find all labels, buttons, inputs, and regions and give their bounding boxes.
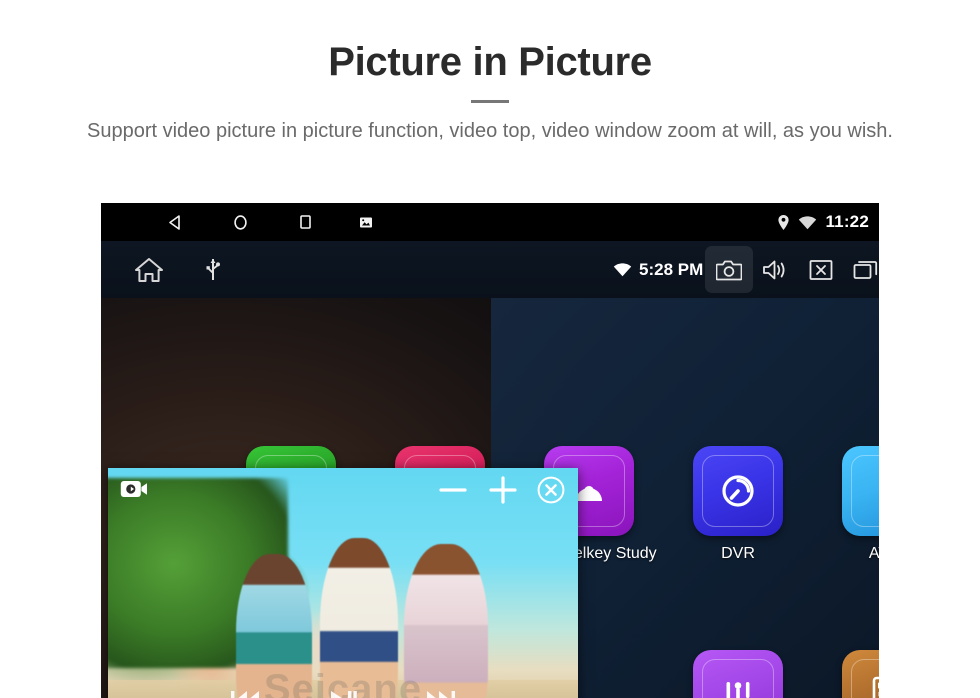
- recents-square-icon[interactable]: [287, 203, 323, 241]
- recent-apps-button[interactable]: [843, 241, 879, 298]
- device-screen: 11:22 5:28 PM Wheelkey Study DVR A Seica…: [101, 203, 879, 698]
- page-title: Picture in Picture: [328, 40, 652, 84]
- screenshot-icon[interactable]: [348, 203, 384, 241]
- next-track-button[interactable]: [424, 687, 458, 698]
- app-calculator[interactable]: Calculator: [839, 650, 879, 698]
- video-subject: [404, 544, 488, 698]
- app-label: DVR: [721, 545, 755, 562]
- close-app-button[interactable]: [799, 241, 843, 298]
- status-bar-clock: 11:22: [825, 212, 869, 231]
- pip-video-window[interactable]: Seicane: [108, 468, 578, 698]
- home-icon[interactable]: [127, 241, 171, 298]
- camera-screenshot-button[interactable]: [705, 246, 753, 293]
- app-label: AVIN: [868, 545, 879, 562]
- wifi-icon: [798, 215, 817, 230]
- av-plug-icon: [842, 446, 879, 536]
- nav-bar-status: 5:28 PM: [613, 241, 703, 298]
- volume-button[interactable]: [753, 241, 799, 298]
- app-avin[interactable]: AVIN: [839, 446, 879, 563]
- calculator-icon: [842, 650, 879, 698]
- nav-bar: 5:28 PM: [101, 241, 879, 298]
- page-subtitle: Support video picture in picture functio…: [87, 120, 893, 142]
- close-button[interactable]: [536, 475, 566, 505]
- home-circle-icon[interactable]: [222, 203, 258, 241]
- zoom-in-button[interactable]: [486, 473, 520, 507]
- status-bar: 11:22: [101, 203, 879, 241]
- play-pause-button[interactable]: [328, 687, 358, 698]
- status-bar-right: 11:22: [777, 203, 869, 241]
- video-subject: [320, 538, 398, 698]
- back-triangle-icon[interactable]: [157, 203, 193, 241]
- app-dvr[interactable]: DVR: [690, 446, 786, 563]
- app-desktop: Netflix SiriusXM Wheelkey Study: [101, 298, 879, 698]
- location-pin-icon: [777, 214, 790, 231]
- gauge-icon: [693, 446, 783, 536]
- wifi-icon: [613, 262, 632, 277]
- page-root: Picture in Picture Support video picture…: [0, 0, 980, 698]
- title-divider: [471, 100, 509, 103]
- video-subject: [236, 554, 312, 698]
- pip-window-controls: [436, 473, 566, 507]
- pip-playback-controls: [108, 687, 578, 698]
- zoom-out-button[interactable]: [436, 473, 470, 507]
- nav-bar-clock: 5:28 PM: [639, 259, 704, 279]
- previous-track-button[interactable]: [228, 687, 262, 698]
- video-camera-icon: [120, 478, 148, 500]
- app-amplifier[interactable]: Amplifier: [690, 650, 786, 698]
- usb-icon[interactable]: [193, 241, 233, 298]
- equalizer-icon: [693, 650, 783, 698]
